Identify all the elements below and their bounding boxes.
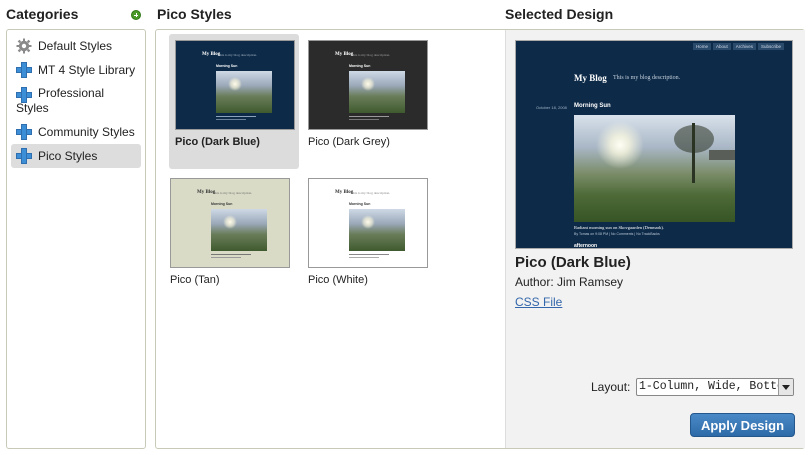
preview-blog-title: My Blog (574, 73, 607, 83)
style-card-dark-grey[interactable]: My Blog This is my blog description. Mor… (302, 34, 432, 169)
add-category-icon[interactable] (131, 10, 141, 20)
style-label: Pico (White) (308, 274, 368, 286)
preview-date: October 18, 2008 (536, 105, 567, 110)
style-card-tan[interactable]: My Blog This is my blog description. Mor… (164, 172, 294, 307)
plus-icon (16, 148, 32, 164)
style-label: Pico (Dark Grey) (308, 136, 390, 148)
layout-label: Layout: (591, 380, 631, 394)
styles-heading: Pico Styles (157, 6, 232, 22)
design-preview: Home About Archives Subscribe My Blog Th… (515, 40, 793, 249)
preview-nav: Home About Archives Subscribe (692, 43, 784, 50)
category-professional-styles[interactable]: Professional Styles (11, 82, 141, 120)
categories-panel: Default Styles MT 4 Style Library Profes… (6, 29, 146, 449)
style-label: Pico (Dark Blue) (175, 136, 260, 148)
preview-post-title: Morning Sun (574, 103, 611, 109)
style-thumbnail: My Blog This is my blog description. Mor… (170, 178, 290, 268)
gear-icon (16, 38, 32, 54)
preview-caption: Radiant morning sun on Skovgaarden (Denm… (574, 225, 664, 230)
category-pico-styles[interactable]: Pico Styles (11, 144, 141, 168)
selected-design-panel: Home About Archives Subscribe My Blog Th… (505, 30, 805, 448)
plus-icon (16, 124, 32, 140)
apply-design-button[interactable]: Apply Design (690, 413, 795, 437)
preview-nav-item: Archives (732, 43, 756, 50)
plus-icon (16, 62, 32, 78)
preview-next-title: afternoon (574, 243, 598, 249)
category-label: MT 4 Style Library (38, 63, 136, 77)
preview-byline: By Tomas on 9:08 PM | No Comments | No T… (574, 232, 660, 236)
category-community-styles[interactable]: Community Styles (11, 120, 141, 144)
layout-select[interactable]: 1-Column, Wide, Bottom (636, 378, 794, 396)
style-card-dark-blue[interactable]: My Blog This is my blog description. Mor… (169, 34, 299, 169)
category-mt4-style-library[interactable]: MT 4 Style Library (11, 58, 141, 82)
category-label: Pico Styles (38, 149, 98, 163)
style-label: Pico (Tan) (170, 274, 220, 286)
category-label: Default Styles (38, 39, 113, 53)
selected-design-author: Author: Jim Ramsey (515, 275, 624, 289)
categories-heading: Categories (6, 6, 79, 22)
preview-nav-item: About (712, 43, 731, 50)
preview-blog-desc: This is my blog description. (613, 75, 681, 81)
chevron-down-icon[interactable] (778, 379, 793, 395)
preview-nav-item: Subscribe (757, 43, 784, 50)
style-thumbnail: My Blog This is my blog description. Mor… (175, 40, 295, 130)
selected-design-heading: Selected Design (505, 6, 614, 22)
category-default-styles[interactable]: Default Styles (11, 34, 141, 58)
style-thumbnail: My Blog This is my blog description. Mor… (308, 178, 428, 268)
preview-photo (574, 115, 735, 222)
style-card-white[interactable]: My Blog This is my blog description. Mor… (302, 172, 432, 307)
css-file-link[interactable]: CSS File (515, 295, 562, 309)
style-thumbnail: My Blog This is my blog description. Mor… (308, 40, 428, 130)
category-label: Professional Styles (16, 86, 105, 115)
category-label: Community Styles (38, 125, 135, 139)
layout-selected-value: 1-Column, Wide, Bottom (639, 380, 791, 393)
selected-design-name: Pico (Dark Blue) (515, 254, 631, 271)
preview-nav-item: Home (692, 43, 711, 50)
